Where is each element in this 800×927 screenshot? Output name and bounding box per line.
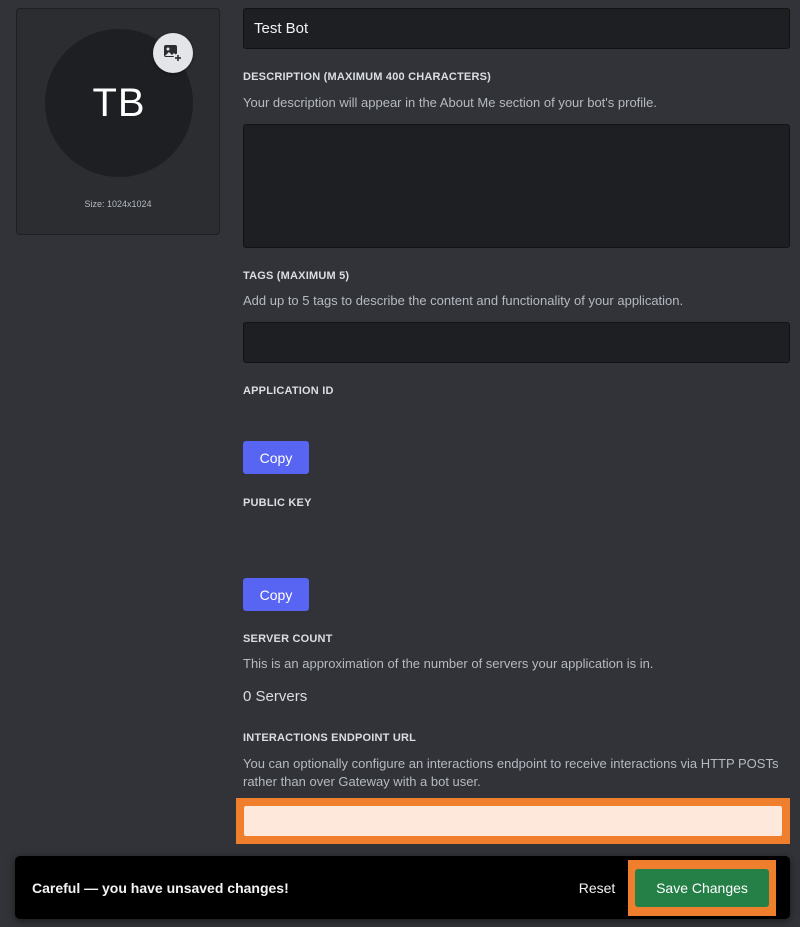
save-changes-highlight: Save Changes bbox=[628, 860, 776, 916]
server-count-value: 0 Servers bbox=[243, 688, 308, 705]
description-label: DESCRIPTION (MAXIMUM 400 CHARACTERS) bbox=[243, 71, 491, 83]
copy-application-id-button[interactable]: Copy bbox=[243, 441, 309, 474]
description-textarea[interactable] bbox=[243, 124, 790, 248]
server-count-help: This is an approximation of the number o… bbox=[243, 656, 654, 671]
application-id-label: APPLICATION ID bbox=[243, 385, 334, 397]
reset-button[interactable]: Reset bbox=[567, 856, 627, 919]
image-plus-icon[interactable] bbox=[153, 33, 193, 73]
avatar-card: TB Size: 1024x1024 bbox=[16, 8, 220, 235]
copy-public-key-button[interactable]: Copy bbox=[243, 578, 309, 611]
bot-name-value: Test Bot bbox=[254, 20, 309, 37]
public-key-label: PUBLIC KEY bbox=[243, 497, 312, 509]
server-count-label: SERVER COUNT bbox=[243, 633, 333, 645]
bot-name-input[interactable]: Test Bot bbox=[243, 8, 790, 49]
description-help: Your description will appear in the Abou… bbox=[243, 95, 657, 110]
interactions-endpoint-highlight bbox=[236, 798, 790, 844]
tags-help: Add up to 5 tags to describe the content… bbox=[243, 293, 684, 308]
save-changes-button[interactable]: Save Changes bbox=[635, 869, 769, 907]
bot-settings-page: TB Size: 1024x1024 Test Bot DESCRIPTION … bbox=[0, 0, 800, 927]
tags-label: TAGS (MAXIMUM 5) bbox=[243, 270, 350, 282]
avatar-size-text: Size: 1024x1024 bbox=[84, 199, 152, 209]
avatar-initials: TB bbox=[92, 80, 146, 125]
unsaved-changes-bar: Careful — you have unsaved changes! Rese… bbox=[15, 856, 790, 919]
interactions-endpoint-help: You can optionally configure an interact… bbox=[243, 756, 779, 789]
tags-input[interactable] bbox=[243, 322, 790, 363]
interactions-endpoint-input[interactable] bbox=[244, 806, 782, 836]
unsaved-changes-message: Careful — you have unsaved changes! bbox=[32, 879, 289, 896]
interactions-endpoint-label: INTERACTIONS ENDPOINT URL bbox=[243, 732, 417, 744]
